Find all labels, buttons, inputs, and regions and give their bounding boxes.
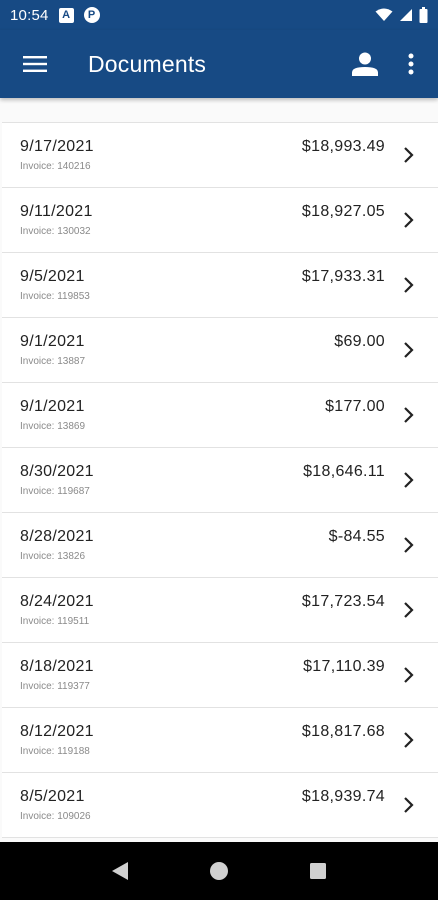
recents-square-icon <box>310 863 327 879</box>
document-invoice-number: Invoice: 13869 <box>20 421 86 432</box>
document-amount: $17,933.31 <box>301 268 385 285</box>
battery-icon <box>419 7 428 23</box>
document-invoice-number: Invoice: 140216 <box>20 161 91 172</box>
home-button[interactable] <box>199 851 239 891</box>
document-row[interactable]: 8/30/2021 Invoice: 119687 $18,646.11 <box>2 448 438 513</box>
document-row[interactable]: 9/17/2021 Invoice: 140216 $18,993.49 <box>2 123 438 188</box>
system-nav-bar <box>0 842 438 900</box>
document-row[interactable]: 9/11/2021 Invoice: 130032 $18,927.05 <box>2 188 438 253</box>
document-invoice-number: Invoice: 119188 <box>20 746 90 757</box>
document-invoice-number: Invoice: 130032 <box>20 226 91 237</box>
chevron-right-icon <box>404 732 414 748</box>
chevron-right-icon <box>404 537 414 553</box>
document-amount: $69.00 <box>334 333 385 350</box>
person-icon <box>352 52 378 76</box>
chevron-right-icon <box>404 342 414 358</box>
status-time: 10:54 <box>10 6 49 24</box>
chevron-right-icon <box>404 797 414 813</box>
document-invoice-number: Invoice: 13826 <box>20 551 86 562</box>
document-date: 8/5/2021 <box>20 788 85 805</box>
document-list: 9/17/2021 Invoice: 140216 $18,993.49 9/11/2… <box>2 122 438 838</box>
document-invoice-number: Invoice: 119377 <box>20 681 90 692</box>
document-date: 9/17/2021 <box>20 138 94 155</box>
document-date: 8/24/2021 <box>20 593 94 610</box>
document-row[interactable]: 9/5/2021 Invoice: 119853 $17,933.31 <box>2 253 438 318</box>
document-date: 8/30/2021 <box>20 463 94 480</box>
chevron-right-icon <box>404 602 414 618</box>
chevron-right-icon <box>404 407 414 423</box>
document-date: 9/1/2021 <box>20 333 85 350</box>
document-invoice-number: Invoice: 119687 <box>20 486 90 497</box>
document-amount: $18,993.49 <box>301 138 385 155</box>
document-row[interactable]: 8/28/2021 Invoice: 13826 $-84.55 <box>2 513 438 578</box>
chevron-right-icon <box>404 277 414 293</box>
more-options-button[interactable] <box>388 30 434 98</box>
document-row[interactable]: 8/18/2021 Invoice: 119377 $17,110.39 <box>2 643 438 708</box>
document-row[interactable]: 8/12/2021 Invoice: 119188 $18,817.68 <box>2 708 438 773</box>
document-date: 8/18/2021 <box>20 658 94 675</box>
recents-button[interactable] <box>298 851 338 891</box>
document-invoice-number: Invoice: 13887 <box>20 356 86 367</box>
document-invoice-number: Invoice: 119853 <box>20 291 90 302</box>
page-title: Documents <box>88 50 207 77</box>
document-row[interactable]: 9/1/2021 Invoice: 13887 $69.00 <box>2 318 438 383</box>
document-amount: $177.00 <box>325 398 385 415</box>
status-left: 10:54 A P <box>10 7 100 24</box>
document-amount: $18,817.68 <box>301 723 385 740</box>
document-date: 8/12/2021 <box>20 723 94 740</box>
home-circle-icon <box>209 862 228 880</box>
document-invoice-number: Invoice: 119511 <box>20 616 90 627</box>
document-date: 9/5/2021 <box>20 268 85 285</box>
back-triangle-icon <box>111 862 128 880</box>
menu-button[interactable] <box>0 30 70 98</box>
chevron-right-icon <box>404 212 414 228</box>
chevron-right-icon <box>404 147 414 163</box>
document-row[interactable]: 9/1/2021 Invoice: 13869 $177.00 <box>2 383 438 448</box>
hamburger-menu-icon <box>23 56 47 72</box>
chevron-right-icon <box>404 667 414 683</box>
app-bar: Documents <box>0 30 438 98</box>
document-amount: $17,110.39 <box>303 658 385 675</box>
document-date: 9/1/2021 <box>20 398 85 415</box>
document-amount: $17,723.54 <box>301 593 385 610</box>
document-amount: $18,646.11 <box>303 463 385 480</box>
cell-signal-icon <box>400 9 412 21</box>
notification-a-icon: A <box>58 7 74 23</box>
document-row[interactable]: 8/5/2021 Invoice: 109026 $18,939.74 <box>2 773 438 838</box>
back-button[interactable] <box>100 851 140 891</box>
document-date: 9/11/2021 <box>20 203 93 220</box>
document-invoice-number: Invoice: 109026 <box>20 811 91 822</box>
document-row[interactable]: 8/24/2021 Invoice: 119511 $17,723.54 <box>2 578 438 643</box>
more-vert-icon <box>408 53 414 75</box>
chevron-right-icon <box>404 472 414 488</box>
document-date: 8/28/2021 <box>20 528 94 545</box>
notification-p-icon: P <box>83 7 100 23</box>
document-amount: $18,939.74 <box>301 788 385 805</box>
status-bar: 10:54 A P <box>0 0 438 30</box>
document-amount: $18,927.05 <box>301 203 385 220</box>
status-right <box>375 7 428 23</box>
document-amount: $-84.55 <box>328 528 385 545</box>
wifi-icon <box>375 8 393 21</box>
profile-button[interactable] <box>342 30 388 98</box>
